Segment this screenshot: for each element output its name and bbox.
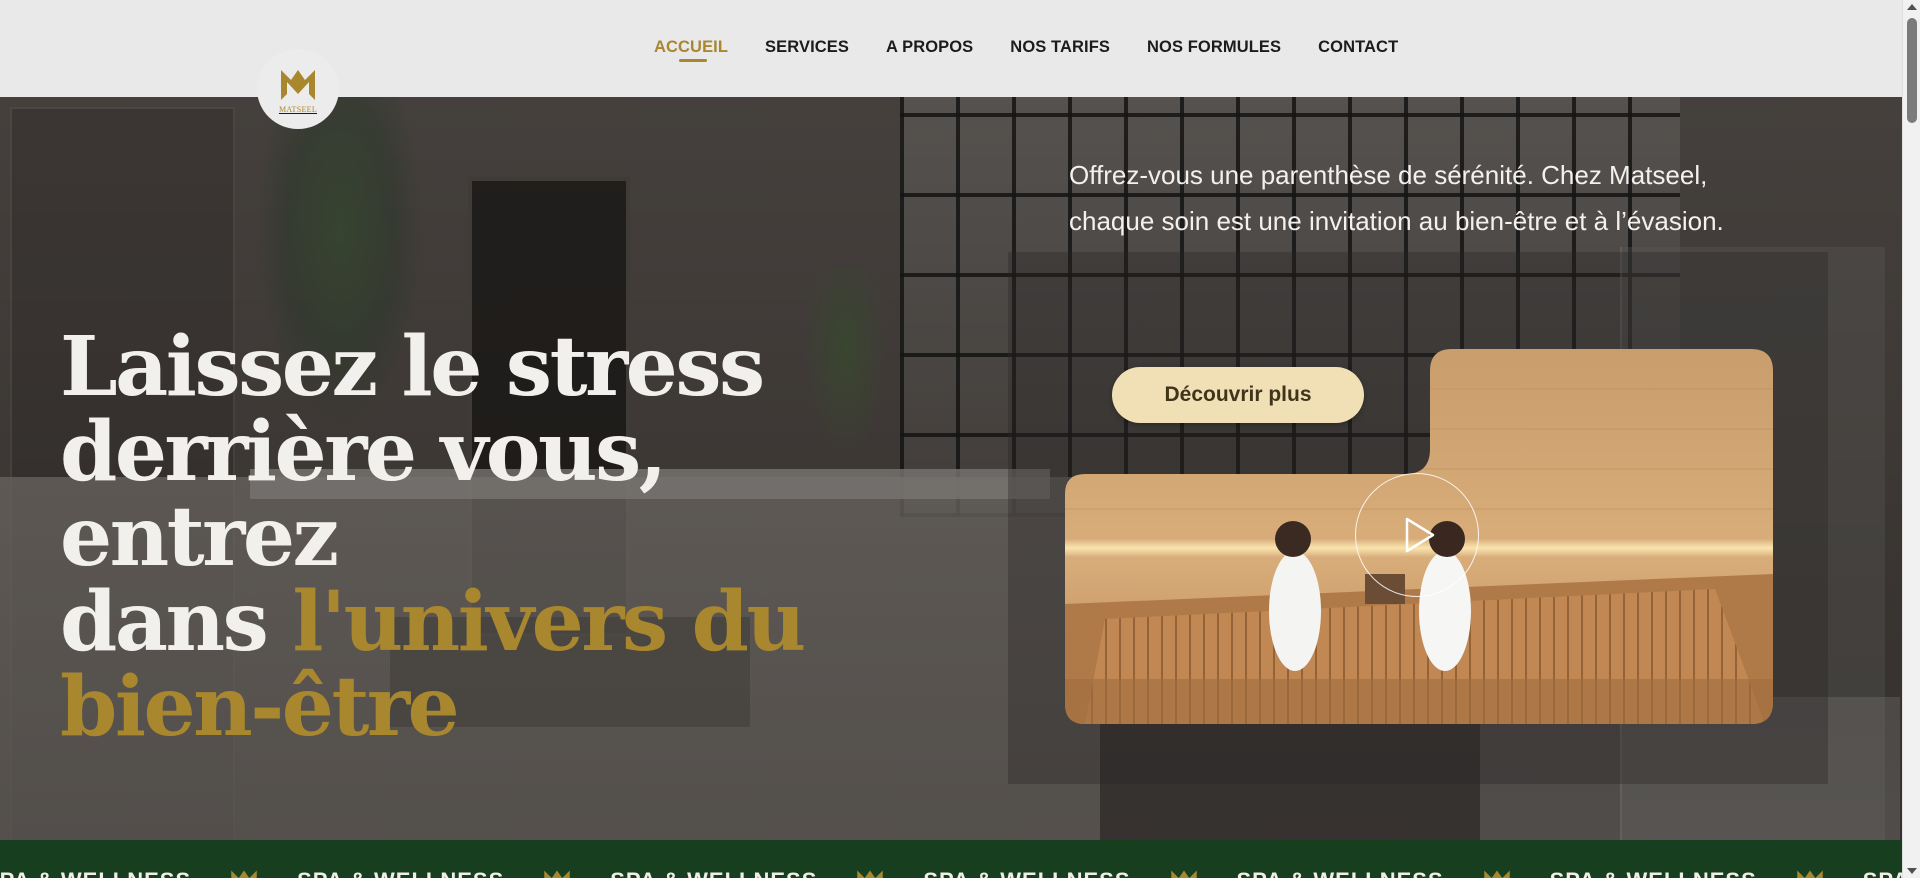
headline-line-1: Laissez le stress: [60, 319, 765, 415]
hero-intro-text: Offrez-vous une parenthèse de sérénité. …: [1069, 160, 1724, 236]
hero-headline: Laissez le stress derrière vous, entrez …: [60, 325, 960, 750]
headline-line-4-gold: bien-être: [60, 659, 460, 755]
nav-item-nos-tarifs[interactable]: NOS TARIFS: [1010, 38, 1110, 57]
headline-line-2: derrière vous, entrez: [60, 404, 667, 585]
band-item: SPA & WELLNESS: [610, 866, 923, 878]
band-item: SPA & WELLNESS: [0, 866, 297, 878]
matseel-logo-icon: [1483, 870, 1510, 878]
nav-item-accueil[interactable]: ACCUEIL: [654, 38, 728, 62]
nav-item-services[interactable]: SERVICES: [765, 38, 849, 57]
band-item: SPA & WELLNESS: [1550, 866, 1863, 878]
scroll-up-arrow-icon[interactable]: [1907, 4, 1917, 10]
scroll-down-arrow-icon[interactable]: [1907, 868, 1917, 874]
logo-text: MATSEEL: [278, 105, 318, 114]
band-item: SPA & WELLNESS: [297, 866, 610, 878]
matseel-logo-icon: [857, 870, 884, 878]
band-text: SPA & WELLNESS: [1237, 868, 1444, 878]
matseel-logo-icon: [281, 70, 315, 100]
nav-item-a-propos[interactable]: A PROPOS: [886, 38, 973, 57]
matseel-logo-icon: [544, 870, 570, 878]
band-item: SPA & WELLNESS: [1237, 866, 1550, 878]
band-text: SPA & WELLNESS: [610, 868, 817, 878]
band-item: SPA & WELLNESS: [923, 866, 1236, 878]
band-text: SPA & WELLNESS: [297, 868, 504, 878]
band-text: SPA & WELLNESS: [1863, 868, 1902, 878]
matseel-logo-icon: [231, 870, 257, 878]
main-nav: ACCUEIL SERVICES A PROPOS NOS TARIFS NOS…: [654, 38, 1435, 62]
headline-line-3-gold: l'univers du: [292, 574, 806, 670]
play-icon: [1405, 517, 1435, 553]
band-text: SPA & WELLNESS: [0, 868, 191, 878]
play-video-button[interactable]: [1355, 473, 1479, 597]
headline-line-3: dans: [60, 574, 293, 670]
vertical-scrollbar[interactable]: [1902, 0, 1920, 878]
scroll-thumb[interactable]: [1907, 18, 1917, 123]
nav-item-contact[interactable]: CONTACT: [1318, 38, 1398, 57]
matseel-logo-icon: [1170, 870, 1197, 878]
band-track: SPA & WELLNESS SPA & WELLNESS SPA & WELLNE…: [0, 866, 1902, 878]
band-text: SPA & WELLNESS: [923, 868, 1130, 878]
nav-item-nos-formules[interactable]: NOS FORMULES: [1147, 38, 1281, 57]
band-item: SPA & WELLNESS: [1863, 866, 1902, 878]
hero-section: Laissez le stress derrière vous, entrez …: [0, 97, 1902, 840]
matseel-logo-icon: [1797, 870, 1823, 878]
spa-wellness-band: SPA & WELLNESS SPA & WELLNESS SPA & WELLNE…: [0, 840, 1902, 878]
decouvrir-plus-button[interactable]: Découvrir plus: [1112, 367, 1364, 423]
site-logo[interactable]: MATSEEL: [257, 49, 339, 129]
band-text: SPA & WELLNESS: [1550, 868, 1757, 878]
